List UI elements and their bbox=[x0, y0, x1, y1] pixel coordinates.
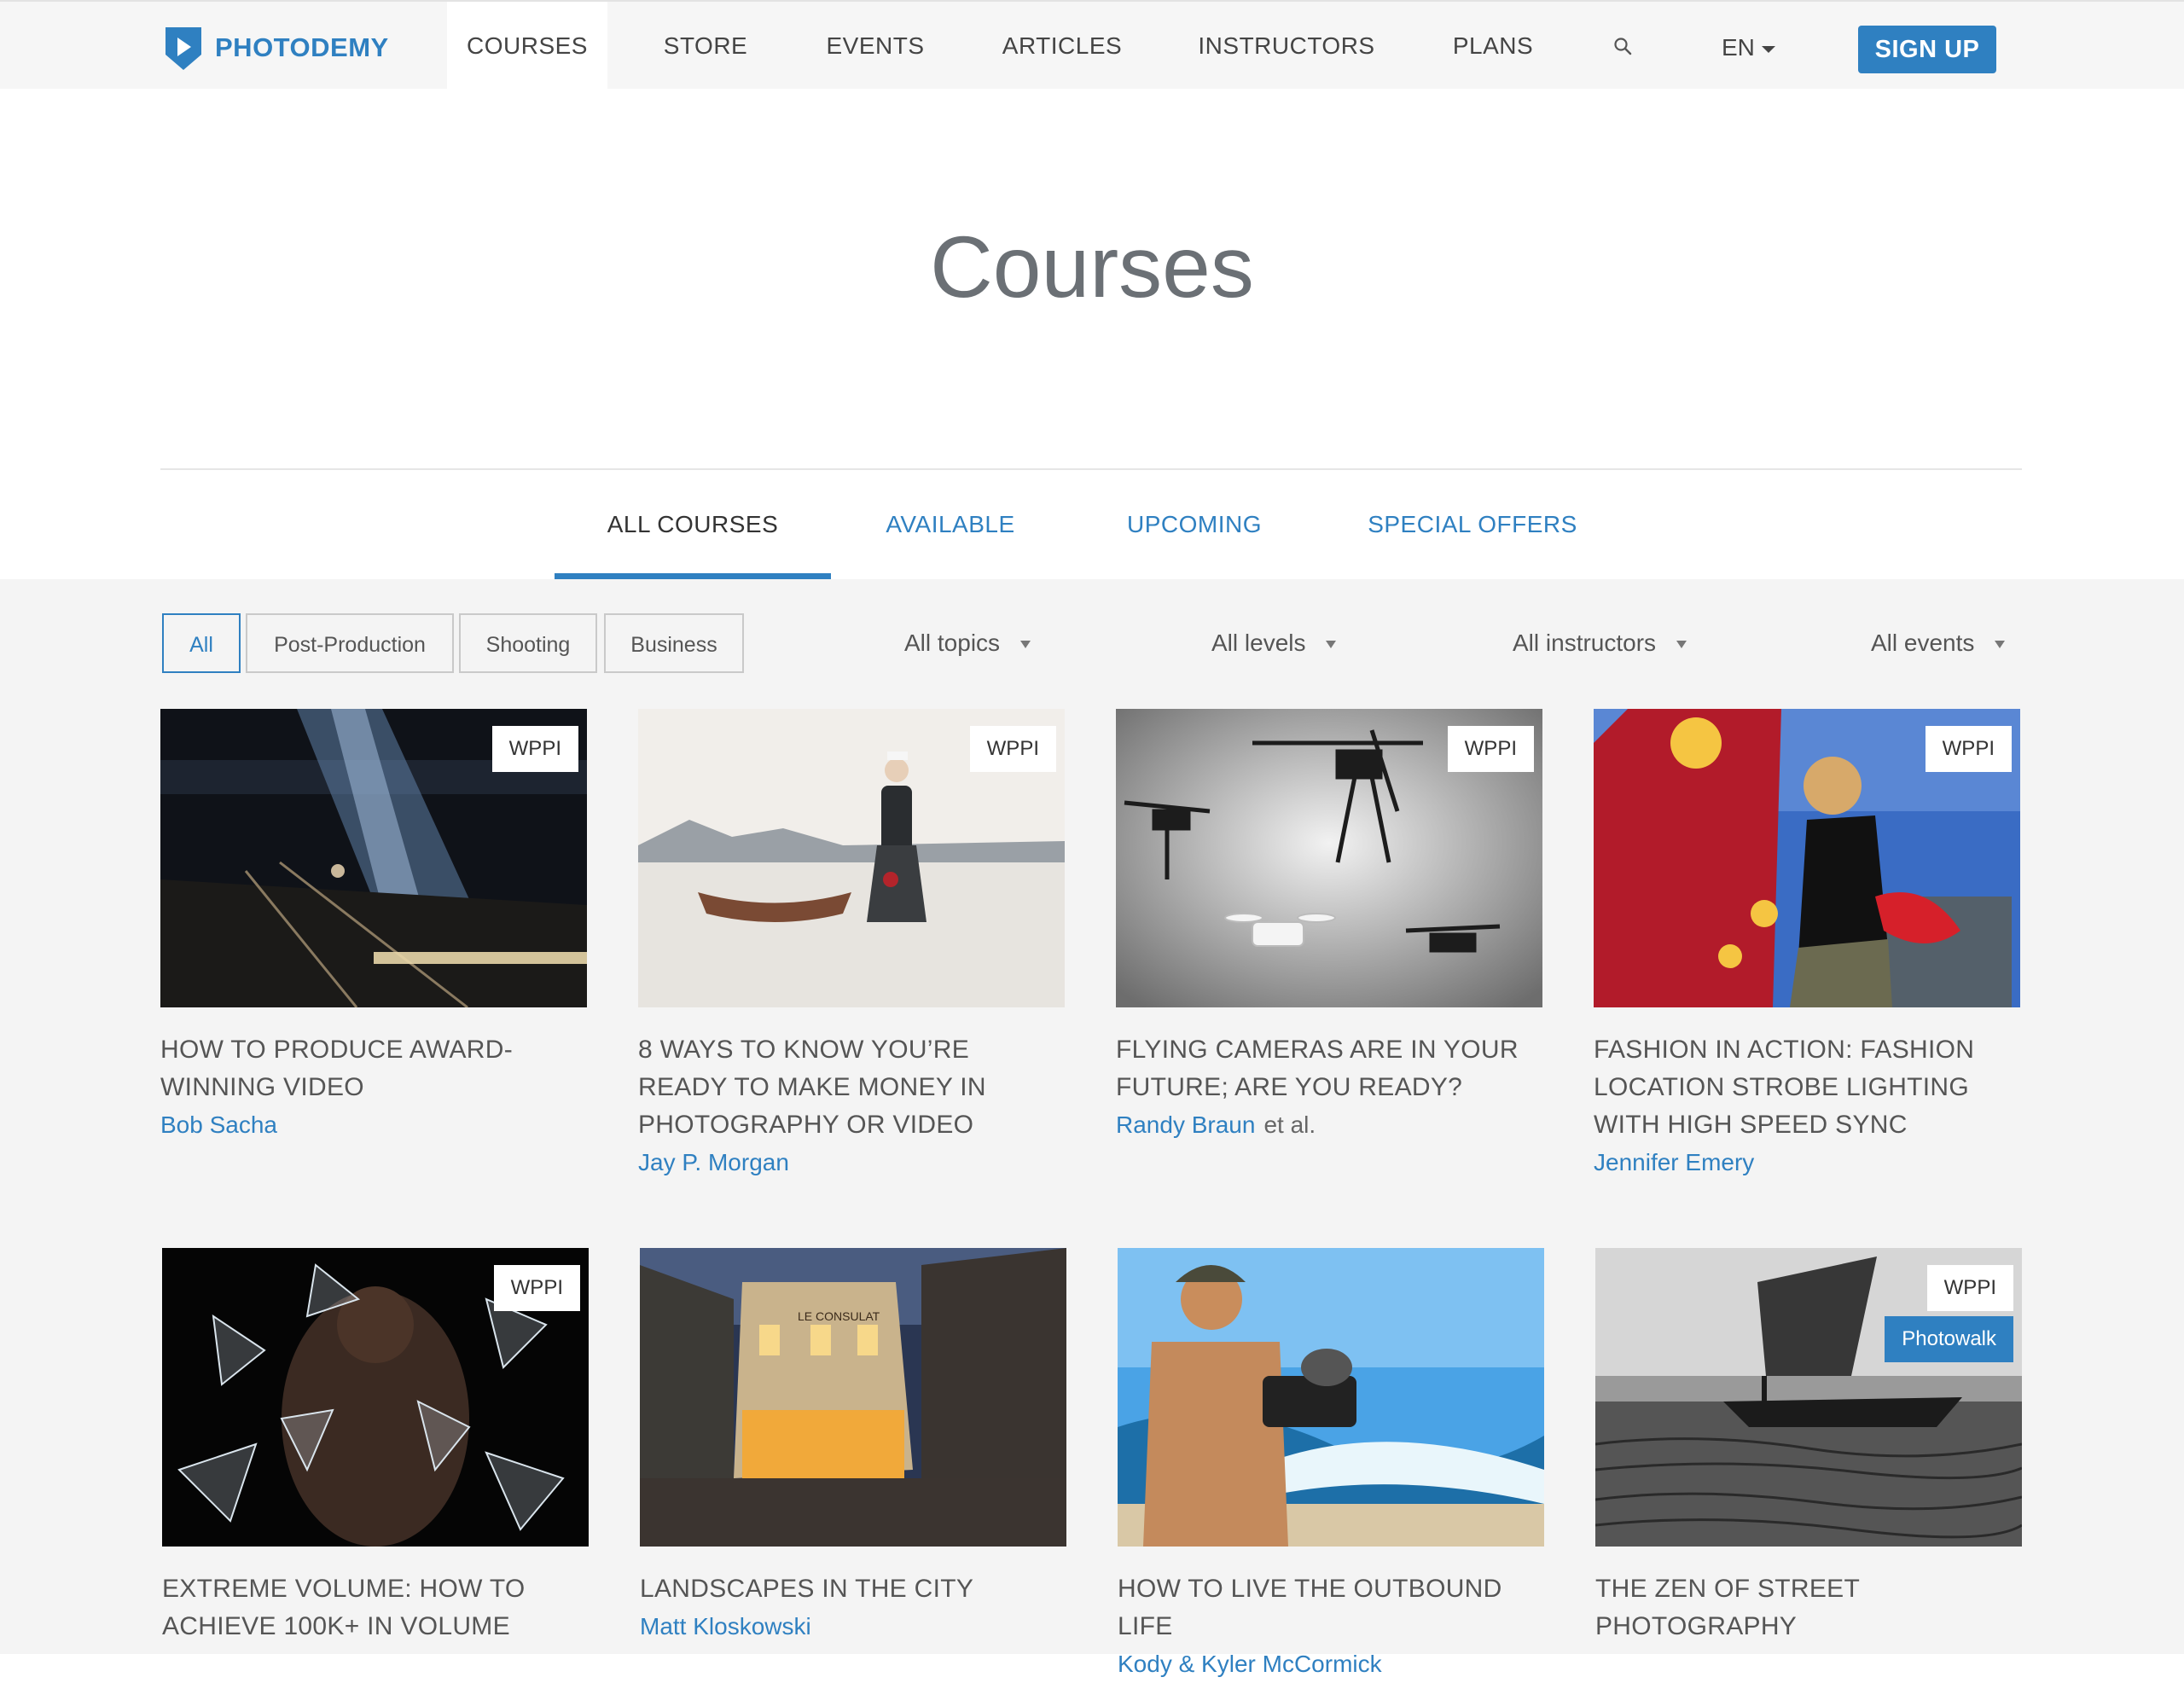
course-card[interactable]: WPPI 8 WAYS TO KNOW YOU’RE READY TO MAKE… bbox=[638, 709, 1065, 1181]
dropdown-arrow-icon bbox=[1326, 641, 1337, 649]
event-badge: WPPI bbox=[1926, 1265, 2013, 1311]
course-author-link[interactable]: Randy Braun bbox=[1116, 1111, 1255, 1138]
course-thumbnail[interactable]: WPPI bbox=[638, 709, 1065, 1007]
filter-instructors-label: All instructors bbox=[1513, 630, 1657, 656]
nav-events[interactable]: EVENTS bbox=[810, 2, 940, 89]
course-thumbnail[interactable]: WPPI bbox=[1116, 709, 1542, 1007]
search-icon[interactable] bbox=[1612, 36, 1635, 58]
divider bbox=[160, 468, 2022, 470]
course-thumbnail[interactable]: LE CONSULAT bbox=[640, 1248, 1066, 1547]
page-title: Courses bbox=[930, 218, 1254, 316]
shield-logo-icon bbox=[166, 27, 201, 70]
course-title[interactable]: EXTREME VOLUME: HOW TO ACHIEVE 100K+ IN … bbox=[162, 1570, 589, 1645]
course-card[interactable]: WPPI EXTREME VOLUME: HOW TO ACHIEVE 100K… bbox=[162, 1248, 589, 1645]
dropdown-arrow-icon bbox=[1676, 641, 1687, 649]
language-selector[interactable]: EN bbox=[1722, 2, 1775, 90]
tab-special-offers[interactable]: SPECIAL OFFERS bbox=[1356, 495, 1589, 580]
co-authors-note: et al. bbox=[1263, 1111, 1316, 1138]
nav-instructors[interactable]: INSTRUCTORS bbox=[1186, 2, 1387, 89]
tab-available[interactable]: AVAILABLE bbox=[865, 495, 1036, 580]
nav-articles[interactable]: ARTICLES bbox=[981, 2, 1143, 89]
event-badge: WPPI bbox=[1447, 726, 1534, 772]
city-street-photo: LE CONSULAT bbox=[640, 1248, 1066, 1547]
dropdown-arrow-icon bbox=[1995, 641, 2006, 649]
brand-logo[interactable]: PHOTODEMY bbox=[162, 24, 389, 72]
dropdown-arrow-icon bbox=[1020, 641, 1031, 649]
beach-filmmaker-photo bbox=[1118, 1248, 1544, 1547]
course-title[interactable]: HOW TO PRODUCE AWARD-WINNING VIDEO bbox=[160, 1031, 587, 1106]
nav-plans[interactable]: PLANS bbox=[1433, 2, 1553, 89]
course-title[interactable]: FLYING CAMERAS ARE IN YOUR FUTURE; ARE Y… bbox=[1116, 1031, 1542, 1106]
language-label: EN bbox=[1722, 34, 1755, 61]
course-thumbnail[interactable]: WPPI bbox=[1594, 709, 2020, 1007]
course-author-link[interactable]: Jay P. Morgan bbox=[638, 1144, 1065, 1181]
event-badge: WPPI bbox=[1925, 726, 2012, 772]
course-thumbnail[interactable] bbox=[1118, 1248, 1544, 1547]
brand-name: PHOTODEMY bbox=[215, 32, 389, 62]
course-title[interactable]: FASHION IN ACTION: FASHION LOCATION STRO… bbox=[1594, 1031, 2020, 1144]
course-card[interactable]: WPPI Photowalk THE ZEN OF STREET PHOTOGR… bbox=[1595, 1248, 2022, 1645]
course-author-link[interactable]: Matt Kloskowski bbox=[640, 1608, 1066, 1645]
filter-events-label: All events bbox=[1871, 630, 1975, 656]
course-title[interactable]: HOW TO LIVE THE OUTBOUND LIFE bbox=[1118, 1570, 1544, 1645]
course-card[interactable]: WPPI FLYING CAMERAS ARE IN YOUR FUTURE; … bbox=[1116, 709, 1542, 1144]
course-thumbnail[interactable]: WPPI Photowalk bbox=[1595, 1248, 2022, 1547]
filter-levels-label: All levels bbox=[1211, 630, 1306, 656]
course-thumbnail[interactable]: WPPI bbox=[162, 1248, 589, 1547]
filter-events[interactable]: All events bbox=[1871, 626, 2006, 660]
course-author-link[interactable]: Bob Sacha bbox=[160, 1106, 587, 1144]
course-title[interactable]: 8 WAYS TO KNOW YOU’RE READY TO MAKE MONE… bbox=[638, 1031, 1065, 1144]
course-author-link[interactable]: Jennifer Emery bbox=[1594, 1144, 2020, 1181]
course-card[interactable]: HOW TO LIVE THE OUTBOUND LIFE Kody & Kyl… bbox=[1118, 1248, 1544, 1683]
active-tab-indicator bbox=[555, 573, 831, 579]
nav-store[interactable]: STORE bbox=[642, 2, 770, 89]
event-badge: WPPI bbox=[491, 726, 578, 772]
filter-instructors[interactable]: All instructors bbox=[1513, 626, 1687, 660]
course-thumbnail[interactable]: WPPI bbox=[160, 709, 587, 1007]
course-author-link[interactable]: Kody & Kyler McCormick bbox=[1118, 1645, 1544, 1683]
course-author-row: Randy Braun et al. bbox=[1116, 1106, 1542, 1144]
filter-topics[interactable]: All topics bbox=[904, 626, 1031, 660]
course-card[interactable]: LE CONSULAT LANDSCAPES IN THE CITY Matt … bbox=[640, 1248, 1066, 1645]
tab-all-courses[interactable]: ALL COURSES bbox=[555, 495, 831, 580]
course-card[interactable]: WPPI FASHION IN ACTION: FASHION LOCATION… bbox=[1594, 709, 2020, 1181]
nav-courses[interactable]: COURSES bbox=[447, 2, 607, 89]
category-all[interactable]: All bbox=[162, 613, 241, 673]
photowalk-badge: Photowalk bbox=[1885, 1316, 2013, 1362]
top-navigation: PHOTODEMY COURSES STORE EVENTS ARTICLES … bbox=[0, 0, 2184, 89]
category-shooting[interactable]: Shooting bbox=[459, 613, 597, 673]
course-title[interactable]: LANDSCAPES IN THE CITY bbox=[640, 1570, 1066, 1608]
signup-button[interactable]: SIGN UP bbox=[1858, 26, 1996, 73]
filter-levels[interactable]: All levels bbox=[1211, 626, 1337, 660]
course-card[interactable]: WPPI HOW TO PRODUCE AWARD-WINNING VIDEO … bbox=[160, 709, 587, 1144]
filter-topics-label: All topics bbox=[904, 630, 1001, 656]
chevron-down-icon bbox=[1761, 45, 1775, 53]
event-badge: WPPI bbox=[969, 726, 1056, 772]
category-post-production[interactable]: Post-Production bbox=[246, 613, 454, 673]
cafe-sign: LE CONSULAT bbox=[798, 1309, 880, 1323]
tab-upcoming[interactable]: UPCOMING bbox=[1109, 495, 1280, 580]
event-badge: WPPI bbox=[493, 1265, 580, 1311]
category-business[interactable]: Business bbox=[604, 613, 744, 673]
course-title[interactable]: THE ZEN OF STREET PHOTOGRAPHY bbox=[1595, 1570, 2022, 1645]
